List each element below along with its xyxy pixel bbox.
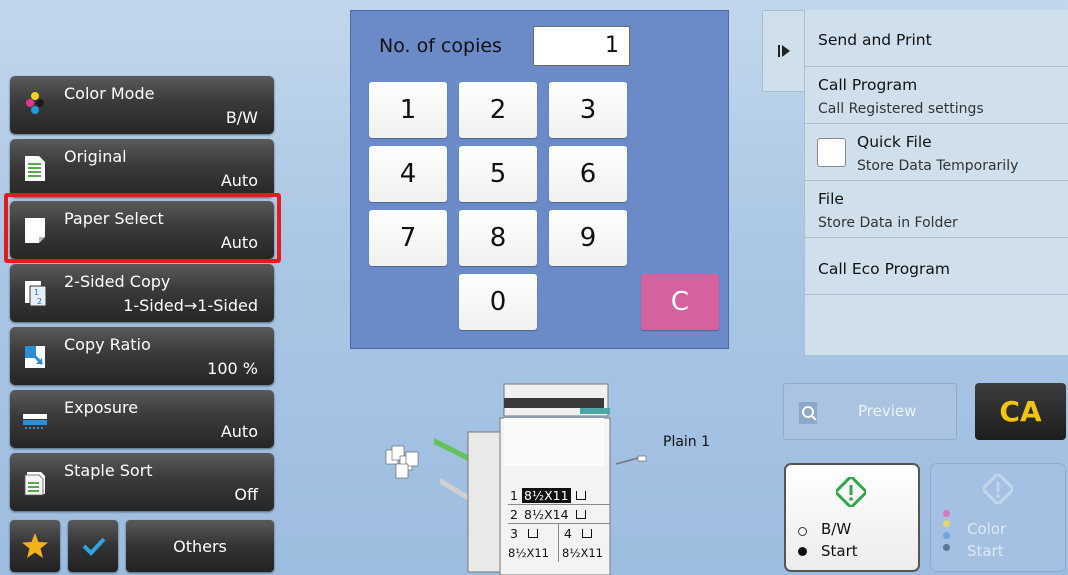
key-9[interactable]: 9 (549, 210, 627, 266)
call-program-sub: Call Registered settings (818, 101, 984, 117)
two-sided-copy-label: 2-Sided Copy (64, 272, 171, 291)
bw-start-button[interactable]: B/W Start (784, 463, 920, 572)
color-mode-value: B/W (225, 108, 258, 127)
checkmark-icon (82, 537, 106, 556)
start-icon (836, 477, 866, 507)
exposure-label: Exposure (64, 398, 139, 417)
clear-all-button[interactable]: CA (975, 383, 1066, 440)
key-8[interactable]: 8 (459, 210, 537, 266)
ca-label: CA (999, 395, 1042, 428)
call-eco-program-item[interactable]: Call Eco Program (805, 238, 1068, 295)
key-6[interactable]: 6 (549, 146, 627, 202)
two-sided-icon: 12 (25, 281, 47, 307)
call-program-label: Call Program (818, 76, 918, 94)
send-and-print-label: Send and Print (818, 31, 932, 49)
color-mode-icon (26, 92, 44, 114)
others-button[interactable]: Others (126, 520, 274, 572)
copies-field[interactable]: 1 (533, 26, 630, 66)
bw-label: B/W (821, 520, 852, 538)
color-start-label: Start (967, 542, 1004, 560)
preview-button[interactable]: Preview (783, 383, 957, 440)
file-label: File (818, 190, 844, 208)
favorite-button[interactable] (10, 520, 60, 572)
send-and-print-item[interactable]: Send and Print (805, 10, 1068, 67)
call-eco-program-label: Call Eco Program (818, 260, 950, 278)
expand-arrow-icon (777, 45, 790, 57)
black-dot (943, 544, 950, 551)
clear-key[interactable]: C (641, 274, 719, 330)
original-value: Auto (220, 171, 258, 190)
staple-sort-label: Staple Sort (64, 461, 153, 480)
quick-file-sub: Store Data Temporarily (857, 158, 1019, 174)
color-mode-button[interactable]: Color Mode B/W (10, 76, 274, 134)
preview-icon (799, 402, 817, 424)
color-start-button[interactable]: Color Start (930, 463, 1066, 572)
tray-1: 1 8½X11 (508, 486, 610, 505)
exposure-value: Auto (220, 422, 258, 441)
key-2[interactable]: 2 (459, 82, 537, 138)
file-sub: Store Data in Folder (818, 215, 958, 231)
others-label: Others (173, 536, 227, 556)
svg-text:1: 1 (34, 288, 39, 297)
keypad-panel: No. of copies 1 1 2 3 4 5 6 7 8 9 0 C (350, 10, 729, 349)
yellow-dot (943, 520, 950, 527)
staple-sort-icon (24, 472, 45, 496)
copies-label: No. of copies (379, 35, 502, 57)
copies-value: 1 (605, 33, 619, 58)
color-start-icon (983, 474, 1013, 504)
key-4[interactable]: 4 (369, 146, 447, 202)
svg-text:2: 2 (37, 297, 42, 306)
copy-ratio-label: Copy Ratio (64, 335, 151, 354)
tray-label: Plain 1 (663, 434, 711, 450)
color-mode-label: Color Mode (64, 84, 155, 103)
right-panel: Send and Print Call Program Call Registe… (804, 10, 1068, 355)
paper-select-highlight (4, 193, 281, 263)
original-label: Original (64, 147, 127, 166)
key-5[interactable]: 5 (459, 146, 537, 202)
key-1[interactable]: 1 (369, 82, 447, 138)
file-item[interactable]: File Store Data in Folder (805, 181, 1068, 238)
copy-ratio-button[interactable]: Copy Ratio 100 % (10, 327, 274, 385)
quick-file-item[interactable]: Quick File Store Data Temporarily (805, 124, 1068, 181)
quick-file-checkbox[interactable] (817, 138, 846, 167)
copy-ratio-icon (25, 346, 45, 368)
color-label: Color (967, 520, 1007, 538)
quick-file-label: Quick File (857, 133, 932, 151)
original-button[interactable]: Original Auto (10, 139, 274, 197)
staple-sort-button[interactable]: Staple Sort Off (10, 453, 274, 511)
two-sided-copy-button[interactable]: 12 2-Sided Copy 1-Sided→1-Sided (10, 264, 274, 322)
key-3[interactable]: 3 (549, 82, 627, 138)
bw-radio-empty (798, 527, 807, 536)
tray-2: 2 8½X14 (508, 505, 610, 524)
magenta-dot (943, 510, 950, 517)
bw-radio-filled (798, 547, 807, 556)
exposure-button[interactable]: Exposure Auto (10, 390, 274, 448)
tray-list: 1 8½X11 2 8½X14 3 8½X11 4 8½X11 (508, 486, 610, 570)
copy-ratio-value: 100 % (207, 359, 258, 378)
key-0[interactable]: 0 (459, 274, 537, 330)
original-icon (25, 156, 45, 181)
tray-3: 3 8½X11 (508, 524, 559, 562)
expand-panel-button[interactable] (762, 10, 805, 92)
tray-4: 4 8½X11 (562, 526, 603, 560)
call-program-item[interactable]: Call Program Call Registered settings (805, 67, 1068, 124)
bw-start-label: Start (821, 542, 858, 560)
confirm-button[interactable] (68, 520, 118, 572)
star-icon (22, 533, 48, 558)
exposure-icon (23, 414, 47, 429)
key-7[interactable]: 7 (369, 210, 447, 266)
cyan-dot (943, 532, 950, 539)
machine-illustration: Plain 1 1 8½X11 2 8½X14 3 8½X11 4 8½X11 (380, 378, 740, 575)
two-sided-copy-value: 1-Sided→1-Sided (123, 296, 258, 315)
preview-label: Preview (858, 402, 917, 420)
staple-sort-value: Off (234, 485, 258, 504)
